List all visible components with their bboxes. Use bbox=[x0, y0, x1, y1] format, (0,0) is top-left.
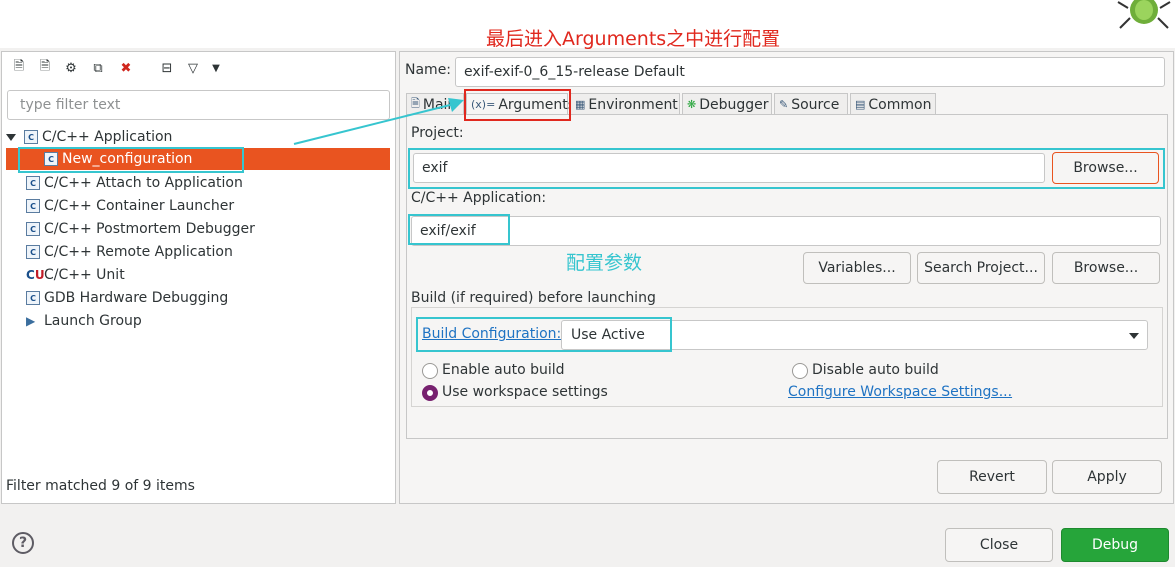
tree-item-postmortem[interactable]: C C/C++ Postmortem Debugger bbox=[26, 218, 255, 240]
name-field[interactable]: exif-exif-0_6_15-release Default bbox=[455, 57, 1165, 87]
filter-icon[interactable]: ▽ bbox=[185, 60, 201, 76]
c-launch-icon: C bbox=[26, 199, 40, 213]
delete-icon[interactable]: ✖ bbox=[118, 60, 134, 76]
source-icon: ✎ bbox=[779, 98, 789, 111]
export-icon[interactable]: ⚙ bbox=[63, 60, 79, 76]
build-group-label: Build (if required) before launching bbox=[411, 290, 656, 306]
search-project-button[interactable]: Search Project... bbox=[917, 252, 1045, 284]
view-menu-icon[interactable]: ▼ bbox=[208, 60, 224, 76]
annotation-config-params: 配置参数 bbox=[566, 252, 643, 274]
tree-item-label: C/C++ Container Launcher bbox=[44, 198, 235, 214]
application-label: C/C++ Application: bbox=[411, 190, 547, 206]
configure-workspace-link[interactable]: Configure Workspace Settings... bbox=[788, 384, 1012, 400]
apply-button[interactable]: Apply bbox=[1052, 460, 1162, 494]
new-config-icon[interactable]: 🗎 bbox=[11, 59, 27, 76]
c-launch-icon: C bbox=[26, 245, 40, 259]
new-prototype-icon[interactable]: 🗎 bbox=[37, 59, 53, 76]
use-workspace-settings-radio[interactable] bbox=[422, 385, 438, 401]
debug-button[interactable]: Debug bbox=[1061, 528, 1169, 562]
common-icon: ▤ bbox=[855, 98, 866, 111]
filter-status: Filter matched 9 of 9 items bbox=[6, 478, 195, 494]
annotation-title: 最后进入Arguments之中进行配置 bbox=[486, 28, 781, 50]
annotation-project-box bbox=[408, 148, 1165, 189]
chevron-down-icon bbox=[1129, 333, 1139, 339]
expand-arrow-icon[interactable] bbox=[6, 133, 16, 141]
revert-button[interactable]: Revert bbox=[937, 460, 1047, 494]
tree-item-c-application[interactable]: C C/C++ Application bbox=[6, 126, 172, 148]
collapse-all-icon[interactable]: ⊟ bbox=[159, 60, 175, 76]
tab-source[interactable]: ✎ Source bbox=[774, 93, 848, 115]
tree-item-gdb-hardware[interactable]: C GDB Hardware Debugging bbox=[26, 287, 228, 309]
tree-item-unit[interactable]: CU C/C++ Unit bbox=[26, 264, 125, 286]
annotation-new-config-box bbox=[18, 147, 244, 173]
tab-common[interactable]: ▤ Common bbox=[850, 93, 936, 115]
tree-item-label: Launch Group bbox=[44, 313, 142, 329]
close-button[interactable]: Close bbox=[945, 528, 1053, 562]
tab-debugger[interactable]: ❋ Debugger bbox=[682, 93, 772, 115]
c-launch-icon: C bbox=[24, 130, 38, 144]
application-field[interactable]: exif/exif bbox=[411, 216, 1161, 246]
tree-item-launch-group[interactable]: ▶ Launch Group bbox=[26, 310, 142, 332]
tree-item-label: C/C++ Attach to Application bbox=[44, 175, 243, 191]
debugger-bug-icon: ❋ bbox=[687, 98, 697, 111]
browse-application-button[interactable]: Browse... bbox=[1052, 252, 1160, 284]
tree-item-attach[interactable]: C C/C++ Attach to Application bbox=[26, 172, 243, 194]
c-launch-icon: C bbox=[26, 176, 40, 190]
tree-item-label: C/C++ Unit bbox=[44, 267, 125, 283]
duplicate-icon[interactable]: ⧉ bbox=[90, 60, 106, 76]
enable-auto-build-label: Enable auto build bbox=[442, 362, 565, 378]
name-label: Name: bbox=[405, 62, 452, 78]
disable-auto-build-label: Disable auto build bbox=[812, 362, 939, 378]
tree-item-container[interactable]: C C/C++ Container Launcher bbox=[26, 195, 234, 217]
use-workspace-settings-label: Use workspace settings bbox=[442, 384, 608, 400]
tree-item-label: C/C++ Application bbox=[42, 129, 173, 145]
bug-icon bbox=[1112, 0, 1175, 34]
c-launch-icon: C bbox=[26, 291, 40, 305]
tree-item-remote[interactable]: C C/C++ Remote Application bbox=[26, 241, 233, 263]
tree-item-label: C/C++ Postmortem Debugger bbox=[44, 221, 255, 237]
annotation-arguments-box bbox=[464, 89, 571, 121]
enable-auto-build-radio[interactable] bbox=[422, 363, 438, 379]
c-unit-icon: CU bbox=[26, 268, 45, 282]
environment-icon: ▦ bbox=[575, 98, 586, 111]
tree-item-label: GDB Hardware Debugging bbox=[44, 290, 229, 306]
tab-environment[interactable]: ▦ Environment bbox=[570, 93, 680, 115]
c-launch-icon: C bbox=[26, 222, 40, 236]
annotation-application-box bbox=[408, 214, 510, 245]
tree-item-label: C/C++ Remote Application bbox=[44, 244, 233, 260]
annotation-build-config-box bbox=[416, 317, 672, 352]
disable-auto-build-radio[interactable] bbox=[792, 363, 808, 379]
help-icon[interactable]: ? bbox=[12, 532, 34, 554]
annotation-arrow bbox=[293, 98, 464, 145]
variables-button[interactable]: Variables... bbox=[803, 252, 911, 284]
launch-group-icon: ▶ bbox=[26, 314, 36, 328]
